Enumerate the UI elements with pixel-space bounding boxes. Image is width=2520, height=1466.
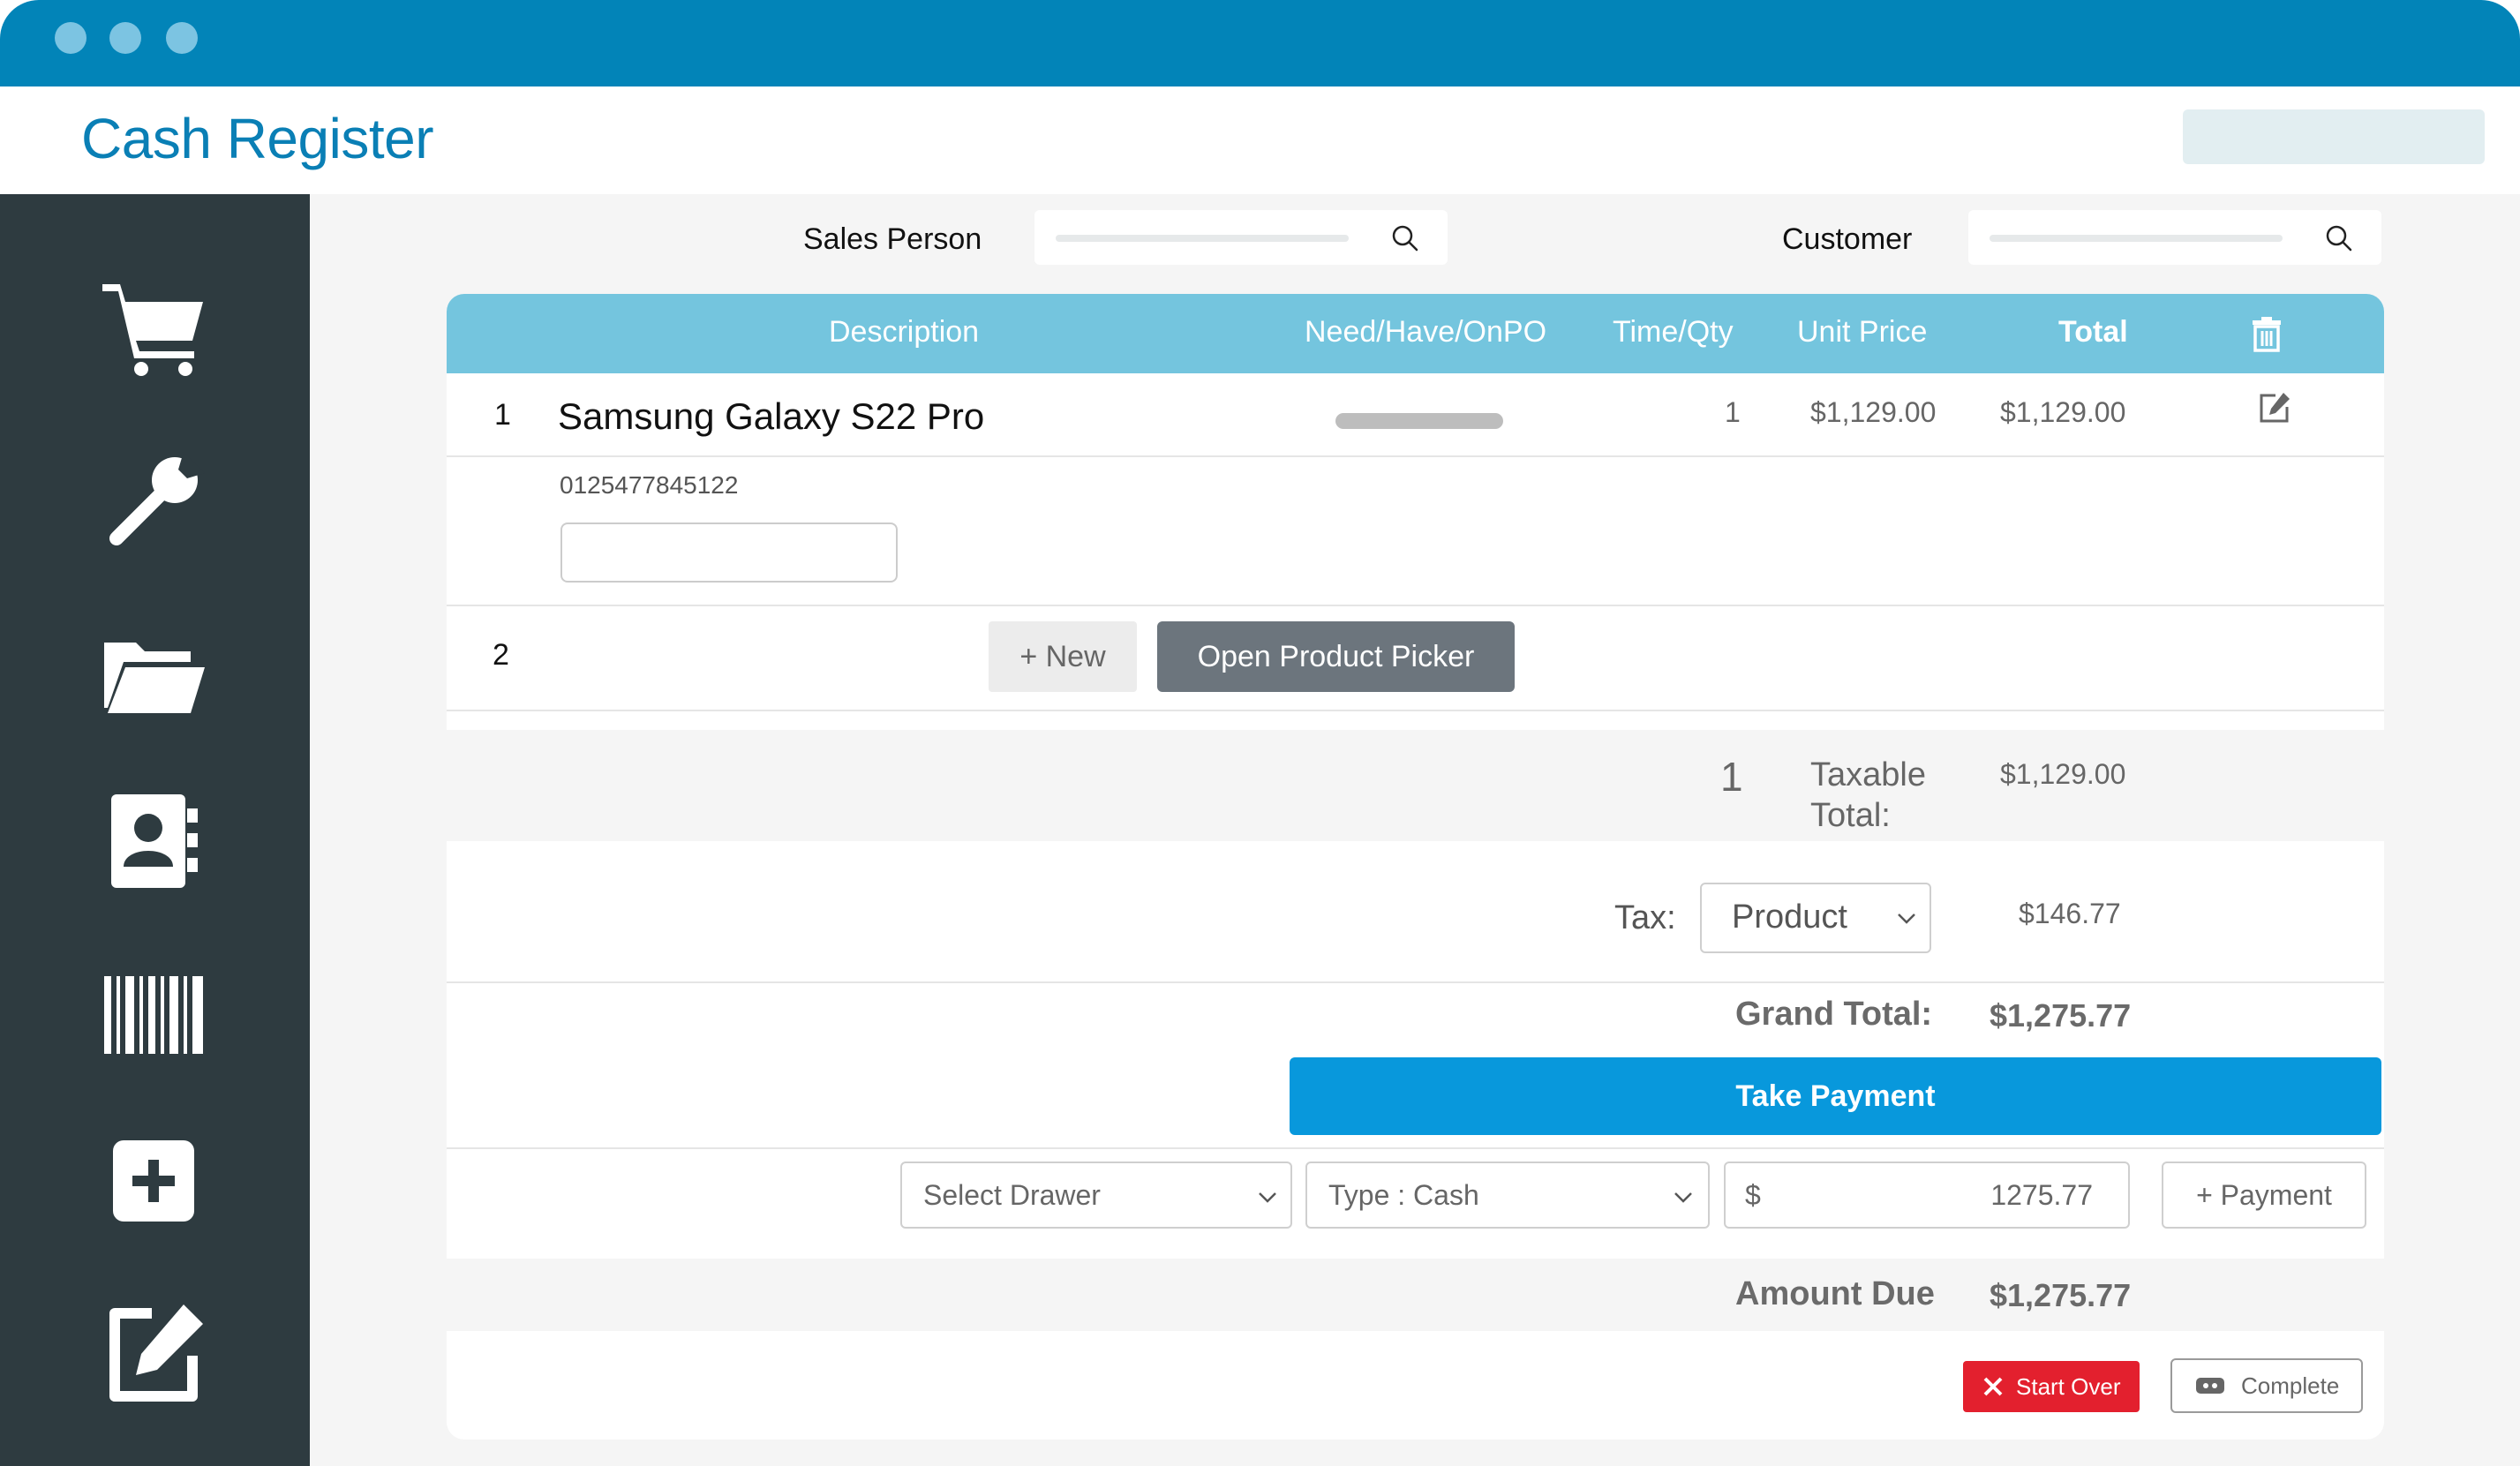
row-1-index: 1 — [494, 398, 511, 432]
amount-due-value: $1,275.77 — [1990, 1277, 2132, 1313]
drawer-select[interactable]: Select Drawer — [900, 1162, 1292, 1229]
contacts-icon[interactable] — [99, 786, 208, 895]
window-close-dot[interactable] — [55, 22, 87, 54]
row-1-total: $1,129.00 — [2000, 396, 2126, 428]
drawer-select-value: Select Drawer — [923, 1179, 1101, 1211]
plus-box-icon[interactable] — [99, 1126, 208, 1236]
row-1-serial: 0125477845122 — [560, 471, 739, 499]
start-over-label: Start Over — [2016, 1373, 2121, 1400]
window-titlebar — [0, 0, 2520, 86]
customer-search-input[interactable] — [1968, 210, 2381, 265]
barcode-icon[interactable] — [99, 959, 208, 1068]
search-input-placeholder-bar — [1990, 235, 2283, 242]
wrench-icon[interactable] — [99, 447, 208, 556]
start-over-button[interactable]: Start Over — [1963, 1361, 2140, 1412]
customer-label: Customer — [1782, 222, 1913, 256]
row-1-product-name: Samsung Galaxy S22 Pro — [558, 395, 985, 437]
payment-type-value: Type : Cash — [1328, 1179, 1479, 1211]
col-time-qty: Time/Qty — [1613, 315, 1734, 349]
row-separator — [447, 981, 2384, 983]
close-icon — [1983, 1377, 2003, 1396]
sidebar — [0, 194, 310, 1466]
row-2-index: 2 — [493, 638, 509, 672]
take-payment-button[interactable]: Take Payment — [1290, 1057, 2381, 1135]
currency-symbol: $ — [1745, 1179, 1761, 1211]
add-payment-button[interactable]: + Payment — [2162, 1162, 2366, 1229]
window-maximize-dot[interactable] — [166, 22, 198, 54]
payment-amount-value: 1275.77 — [1990, 1179, 2093, 1211]
trash-icon[interactable] — [2251, 317, 2283, 352]
table-header: Description Need/Have/OnPO Time/Qty Unit… — [447, 294, 2384, 373]
chevron-down-icon — [1674, 1192, 1692, 1203]
search-input-placeholder-bar — [1056, 235, 1349, 242]
taxable-total-value: $1,129.00 — [2000, 758, 2126, 790]
col-need-have-onpo: Need/Have/OnPO — [1305, 315, 1547, 349]
amount-due-label: Amount Due — [1735, 1275, 1935, 1312]
col-description: Description — [829, 315, 980, 349]
cart-panel: Description Need/Have/OnPO Time/Qty Unit… — [447, 294, 2384, 1440]
row-separator — [447, 1147, 2384, 1149]
tax-type-value: Product — [1732, 898, 1847, 936]
ticket-icon — [2196, 1378, 2224, 1394]
grand-total-value: $1,275.77 — [1990, 997, 2132, 1034]
sales-person-search-input[interactable] — [1034, 210, 1448, 265]
search-icon[interactable] — [1391, 224, 1419, 252]
tax-label: Tax: — [1614, 899, 1676, 936]
row-separator — [447, 605, 2384, 606]
payment-type-select[interactable]: Type : Cash — [1305, 1162, 1710, 1229]
chevron-down-icon — [1898, 913, 1915, 924]
grand-total-label: Grand Total: — [1735, 996, 1933, 1033]
sales-person-label: Sales Person — [803, 222, 982, 256]
edit-icon[interactable] — [99, 1297, 208, 1407]
col-total: Total — [2058, 315, 2128, 349]
window-minimize-dot[interactable] — [109, 22, 141, 54]
col-unit-price: Unit Price — [1797, 315, 1928, 349]
row-1-qty: 1 — [1725, 396, 1741, 428]
need-have-onpo-bar — [1335, 413, 1503, 429]
complete-label: Complete — [2241, 1372, 2340, 1399]
open-product-picker-button[interactable]: Open Product Picker — [1157, 621, 1515, 692]
taxable-total-label: Taxable Total: — [1810, 756, 1926, 834]
row-1-unit-price: $1,129.00 — [1810, 396, 1937, 428]
cart-icon[interactable] — [99, 272, 208, 381]
app-title: Cash Register — [81, 107, 434, 170]
payment-amount-input[interactable]: $ 1275.77 — [1724, 1162, 2130, 1229]
chevron-down-icon — [1259, 1192, 1276, 1203]
row-1-note-input[interactable] — [560, 522, 898, 583]
edit-line-icon[interactable] — [2258, 391, 2291, 425]
taxable-count: 1 — [1720, 754, 1743, 800]
app-header: Cash Register — [0, 86, 2520, 194]
search-icon[interactable] — [2325, 224, 2353, 252]
tax-value: $146.77 — [2019, 898, 2121, 929]
new-item-button[interactable]: + New — [989, 621, 1137, 692]
header-placeholder-box — [2183, 109, 2485, 164]
row-separator — [447, 710, 2384, 711]
complete-button[interactable]: Complete — [2170, 1358, 2363, 1413]
tax-type-select[interactable]: Product — [1700, 883, 1931, 953]
folder-icon[interactable] — [99, 616, 208, 725]
row-separator — [447, 455, 2384, 457]
